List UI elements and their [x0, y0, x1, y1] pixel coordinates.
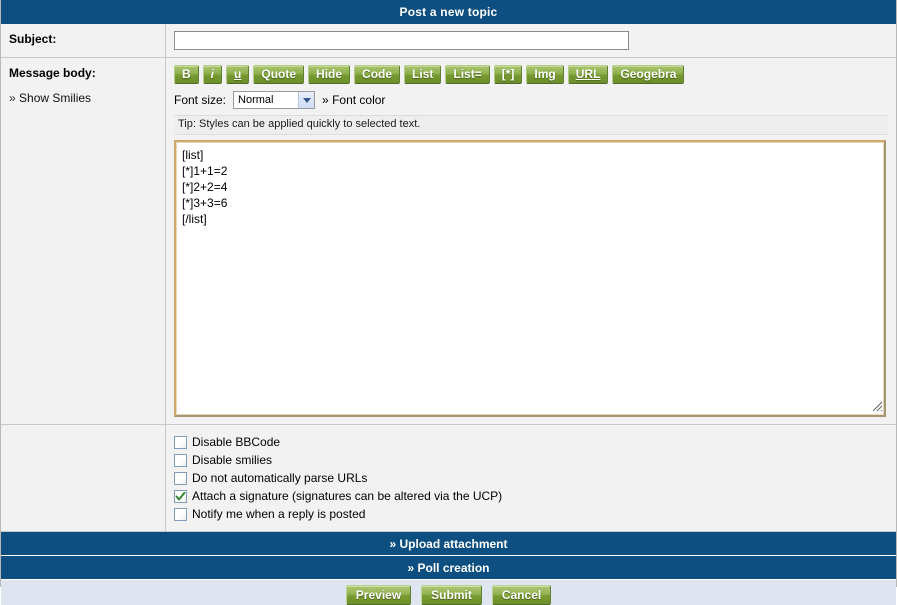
quote-button[interactable]: Quote	[253, 65, 305, 84]
option-label: Do not automatically parse URLs	[192, 471, 368, 485]
image-button[interactable]: Img	[526, 65, 564, 84]
font-size-value: Normal	[238, 94, 274, 106]
disable-smilies-checkbox[interactable]	[174, 453, 187, 467]
post-options-row: Disable BBCode Disable smilies Do not auto…	[1, 425, 896, 532]
subject-field-cell	[166, 24, 896, 57]
chevron-right-icon: »	[322, 93, 329, 107]
editor-tip: Tip: Styles can be applied quickly to se…	[174, 115, 888, 135]
preview-button[interactable]: Preview	[345, 585, 412, 605]
options-list: Disable BBCode Disable smilies Do not auto…	[166, 425, 896, 531]
font-color-label: Font color	[332, 93, 386, 107]
option-row: Disable BBCode	[174, 433, 888, 451]
checkmark-icon	[175, 491, 186, 500]
attach-signature-checkbox[interactable]	[174, 489, 187, 503]
option-row: Attach a signature (signatures can be al…	[174, 487, 888, 505]
option-label: Attach a signature (signatures can be al…	[192, 489, 503, 503]
upload-attachment-bar[interactable]: » Upload attachment	[1, 532, 896, 556]
font-size-select[interactable]: Normal	[233, 91, 316, 109]
option-row: Notify me when a reply is posted	[174, 505, 888, 523]
subject-label: Subject:	[9, 32, 57, 46]
url-button[interactable]: URL	[567, 65, 609, 84]
cancel-button[interactable]: Cancel	[491, 585, 552, 605]
subject-input[interactable]	[174, 31, 629, 50]
options-label-cell	[1, 425, 166, 531]
list-button[interactable]: List	[404, 65, 442, 84]
show-smilies-link[interactable]: » Show Smilies	[9, 91, 165, 105]
bbcode-toolbar: Bi u Quote Hide Code List List= [*] Img URL Geogeb…	[174, 65, 888, 86]
disable-bbcode-checkbox[interactable]	[174, 435, 187, 449]
list-ordered-button[interactable]: List=	[445, 65, 490, 84]
italic-button[interactable]: i	[202, 65, 223, 84]
font-size-label: Font size:	[174, 93, 227, 107]
message-label-cell: Message body: » Show Smilies	[1, 58, 166, 424]
option-label: Notify me when a reply is posted	[192, 507, 366, 521]
subject-row: Subject:	[1, 24, 896, 58]
bold-button[interactable]: B	[174, 65, 199, 84]
page-title: Post a new topic	[1, 0, 896, 24]
message-textarea[interactable]	[174, 140, 886, 417]
list-item-button[interactable]: [*]	[493, 65, 523, 84]
disable-url-parse-checkbox[interactable]	[174, 471, 187, 485]
post-form-panel: Post a new topic Subject: Message body: …	[0, 0, 897, 605]
hide-button[interactable]: Hide	[308, 65, 351, 84]
geogebra-button[interactable]: Geogebra	[612, 65, 685, 84]
font-color-link[interactable]: » Font color	[322, 93, 385, 107]
option-row: Disable smilies	[174, 451, 888, 469]
message-body-row: Message body: » Show Smilies Bi u Quote Hid…	[1, 58, 896, 425]
message-textarea-wrap	[174, 140, 888, 417]
underline-button[interactable]: u	[226, 65, 250, 84]
show-smilies-label: Show Smilies	[19, 91, 92, 105]
form-actions: Preview Submit Cancel	[1, 580, 896, 605]
subject-label-cell: Subject:	[1, 24, 166, 57]
poll-creation-bar[interactable]: » Poll creation	[1, 556, 896, 580]
option-label: Disable BBCode	[192, 435, 281, 449]
option-label: Disable smilies	[192, 453, 273, 467]
chevron-down-icon	[298, 92, 315, 108]
option-row: Do not automatically parse URLs	[174, 469, 888, 487]
code-button[interactable]: Code	[354, 65, 401, 84]
editor-cell: Bi u Quote Hide Code List List= [*] Img URL Geogeb…	[166, 58, 896, 424]
font-controls-row: Font size: Normal » Font color	[174, 91, 888, 109]
notify-reply-checkbox[interactable]	[174, 507, 187, 521]
chevron-right-icon: »	[9, 91, 16, 105]
message-body-label: Message body:	[9, 66, 96, 80]
submit-button[interactable]: Submit	[421, 585, 482, 605]
